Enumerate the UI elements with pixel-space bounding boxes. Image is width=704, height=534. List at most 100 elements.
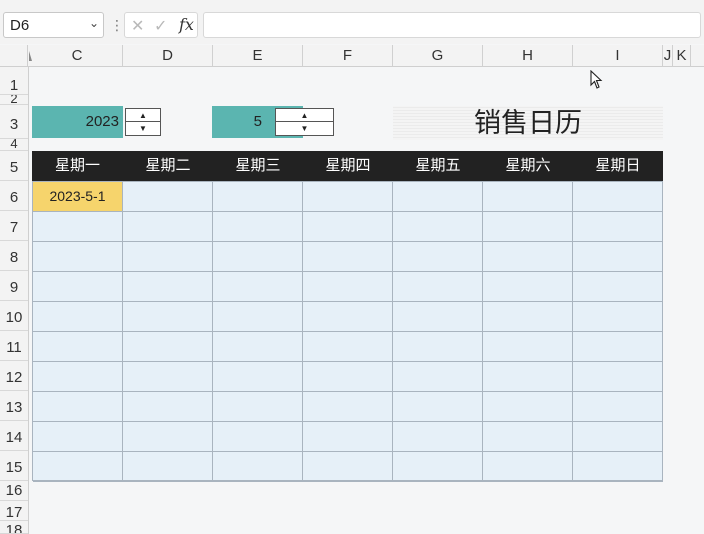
row-header-3[interactable]: 3: [0, 105, 28, 139]
calendar-cell[interactable]: [123, 242, 213, 272]
column-header-e[interactable]: E: [213, 45, 303, 67]
row-header-10[interactable]: 10: [0, 301, 28, 331]
weekday-header-cell[interactable]: 星期六: [483, 151, 573, 181]
calendar-cell[interactable]: [303, 182, 393, 212]
month-down-arrow-icon[interactable]: ▼: [276, 122, 333, 135]
calendar-cell[interactable]: [33, 302, 123, 332]
row-header-1[interactable]: 1: [0, 67, 28, 95]
row-header-16[interactable]: 16: [0, 481, 28, 501]
calendar-cell[interactable]: [393, 272, 483, 302]
calendar-cell[interactable]: [573, 452, 663, 482]
insert-function-icon[interactable]: fx: [179, 15, 194, 34]
calendar-cell[interactable]: [33, 242, 123, 272]
calendar-cell[interactable]: [483, 242, 573, 272]
row-header-13[interactable]: 13: [0, 391, 28, 421]
column-header-j[interactable]: J: [663, 45, 673, 67]
calendar-cell[interactable]: [213, 452, 303, 482]
calendar-cell[interactable]: [33, 392, 123, 422]
name-box[interactable]: D6 ⌄: [3, 12, 104, 38]
calendar-cell[interactable]: [33, 422, 123, 452]
calendar-cell[interactable]: [303, 452, 393, 482]
calendar-cell[interactable]: [33, 452, 123, 482]
calendar-cell[interactable]: 2023-5-1: [33, 182, 123, 212]
calendar-cell[interactable]: [123, 212, 213, 242]
calendar-cell[interactable]: [483, 392, 573, 422]
year-up-arrow-icon[interactable]: ▲: [126, 109, 160, 122]
calendar-cell[interactable]: [33, 332, 123, 362]
calendar-cell[interactable]: [123, 332, 213, 362]
row-header-9[interactable]: 9: [0, 271, 28, 301]
year-spinner[interactable]: ▲ ▼: [125, 108, 161, 136]
weekday-header-cell[interactable]: 星期五: [393, 151, 483, 181]
column-header-k[interactable]: K: [673, 45, 691, 67]
select-all-corner[interactable]: [0, 45, 28, 67]
calendar-cell[interactable]: [123, 272, 213, 302]
calendar-cell[interactable]: [123, 422, 213, 452]
calendar-cell[interactable]: [303, 272, 393, 302]
row-header-17[interactable]: 17: [0, 501, 28, 521]
calendar-cell[interactable]: [393, 182, 483, 212]
calendar-cell[interactable]: [33, 272, 123, 302]
calendar-cell[interactable]: [303, 362, 393, 392]
calendar-cell[interactable]: [573, 212, 663, 242]
calendar-cell[interactable]: [303, 242, 393, 272]
calendar-cell[interactable]: [393, 242, 483, 272]
calendar-cell[interactable]: [213, 242, 303, 272]
row-header-2[interactable]: 2: [0, 95, 28, 105]
row-header-11[interactable]: 11: [0, 331, 28, 361]
formula-input[interactable]: [203, 12, 701, 38]
calendar-cell[interactable]: [573, 392, 663, 422]
calendar-cell[interactable]: [123, 362, 213, 392]
calendar-cell[interactable]: [573, 272, 663, 302]
cancel-icon[interactable]: ✕: [131, 16, 144, 36]
column-header-i[interactable]: I: [573, 45, 663, 67]
calendar-cell[interactable]: [393, 422, 483, 452]
column-header-g[interactable]: G: [393, 45, 483, 67]
row-header-7[interactable]: 7: [0, 211, 28, 241]
calendar-cell[interactable]: [33, 362, 123, 392]
calendar-cell[interactable]: [213, 392, 303, 422]
row-header-6[interactable]: 6: [0, 181, 28, 211]
calendar-cell[interactable]: [213, 422, 303, 452]
calendar-cell[interactable]: [573, 362, 663, 392]
calendar-cell[interactable]: [123, 452, 213, 482]
weekday-header-cell[interactable]: 星期一: [32, 151, 123, 181]
calendar-cell[interactable]: [303, 422, 393, 452]
calendar-cell[interactable]: [303, 392, 393, 422]
calendar-cell[interactable]: [483, 452, 573, 482]
calendar-cell[interactable]: [483, 332, 573, 362]
row-header-14[interactable]: 14: [0, 421, 28, 451]
calendar-cell[interactable]: [123, 302, 213, 332]
column-header-f[interactable]: F: [303, 45, 393, 67]
calendar-cell[interactable]: [213, 272, 303, 302]
calendar-cell[interactable]: [303, 332, 393, 362]
calendar-cell[interactable]: [483, 422, 573, 452]
calendar-cell[interactable]: [393, 212, 483, 242]
calendar-cell[interactable]: [213, 362, 303, 392]
column-header-c[interactable]: C: [32, 45, 123, 67]
calendar-cell[interactable]: [483, 272, 573, 302]
calendar-cell[interactable]: [123, 182, 213, 212]
calendar-cell[interactable]: [33, 212, 123, 242]
calendar-cell[interactable]: [123, 392, 213, 422]
calendar-cell[interactable]: [393, 452, 483, 482]
row-header-4[interactable]: 4: [0, 139, 28, 151]
calendar-cell[interactable]: [393, 302, 483, 332]
calendar-cell[interactable]: [573, 182, 663, 212]
row-header-15[interactable]: 15: [0, 451, 28, 481]
weekday-header-cell[interactable]: 星期日: [573, 151, 663, 181]
calendar-cell[interactable]: [573, 332, 663, 362]
calendar-cell[interactable]: [573, 422, 663, 452]
calendar-cell[interactable]: [393, 362, 483, 392]
weekday-header-cell[interactable]: 星期四: [303, 151, 393, 181]
calendar-cell[interactable]: [213, 212, 303, 242]
month-up-arrow-icon[interactable]: ▲: [276, 109, 333, 122]
calendar-cell[interactable]: [213, 182, 303, 212]
chevron-down-icon[interactable]: ⌄: [89, 16, 99, 30]
row-header-12[interactable]: 12: [0, 361, 28, 391]
calendar-cell[interactable]: [393, 332, 483, 362]
year-down-arrow-icon[interactable]: ▼: [126, 122, 160, 135]
calendar-cell[interactable]: [573, 302, 663, 332]
more-options-icon[interactable]: ⋮: [110, 16, 124, 34]
weekday-header-cell[interactable]: 星期三: [213, 151, 303, 181]
